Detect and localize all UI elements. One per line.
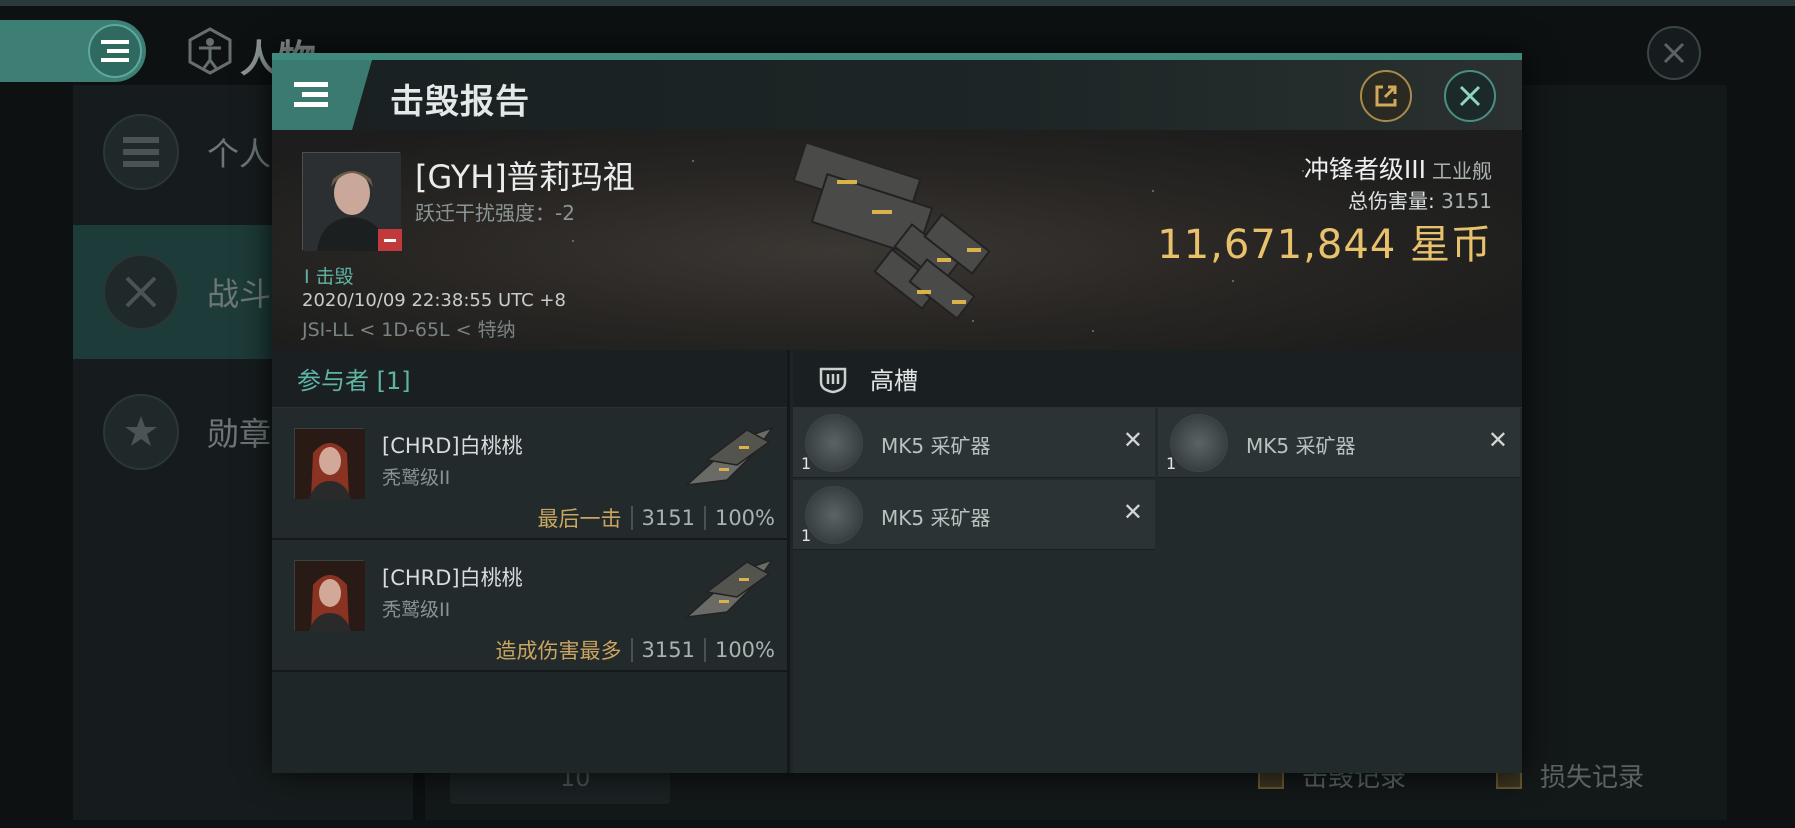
module-name: MK5 采矿器	[881, 506, 991, 530]
sidebar-item-label: 个人	[207, 135, 272, 173]
module-item[interactable]: 1 MK5 采矿器 ✕	[793, 408, 1155, 478]
participant-row[interactable]: [CHRD]白桃桃 秃鹫级II 最后一击 3151 100%	[272, 408, 787, 540]
close-icon	[1663, 42, 1685, 64]
high-slots-panel: 高槽 1 MK5 采矿器 ✕ 1 MK5 采矿器 ✕ 1 MK5 采矿器 ✕	[793, 350, 1522, 773]
victim-name[interactable]: [GYH]普莉玛祖	[415, 152, 635, 198]
ship-class: 工业舰	[1432, 159, 1492, 183]
mining-laser-icon	[805, 486, 863, 544]
character-icon	[188, 27, 232, 75]
participant-avatar	[294, 428, 365, 499]
participant-stats: 最后一击 3151 100%	[537, 503, 775, 533]
participant-ship-image	[684, 426, 774, 487]
kill-tag: I 击毁	[304, 266, 354, 288]
dialog-title: 击毁报告	[390, 82, 530, 122]
participant-row[interactable]: [CHRD]白桃桃 秃鹫级II 造成伤害最多 3151 100%	[272, 540, 787, 672]
star-badge-icon	[103, 394, 179, 470]
high-slots-header: 高槽	[793, 350, 1522, 408]
ship-name-text: 冲锋者级III	[1303, 155, 1426, 184]
kill-timestamp: 2020/10/09 22:38:55 UTC +8	[302, 290, 566, 311]
participant-damage: 3151	[641, 638, 695, 662]
participant-percent: 100%	[714, 638, 775, 662]
sidebar-item-label: 战斗	[207, 275, 272, 313]
warp-jam-strength: 跃迁干扰强度：-2	[415, 201, 575, 225]
loss-record-label: 损失记录	[1540, 763, 1645, 793]
kill-summary: [GYH]普莉玛祖 跃迁干扰强度：-2 I 击毁 2020/10/09 22:3…	[272, 130, 1522, 350]
share-button[interactable]	[1360, 70, 1412, 122]
participant-name: [CHRD]白桃桃	[382, 434, 523, 458]
destroyed-icon: ✕	[1122, 498, 1143, 526]
total-damage: 总伤害量: 3151	[1348, 185, 1492, 214]
participant-ship: 秃鹫级II	[382, 467, 451, 489]
external-link-icon	[1375, 85, 1397, 107]
close-icon	[1459, 85, 1481, 107]
destroyed-icon: ✕	[1487, 426, 1508, 454]
high-slot-icon	[819, 367, 847, 393]
victim-ship-name[interactable]: 冲锋者级III 工业舰	[1304, 150, 1492, 186]
participant-ship: 秃鹫级II	[382, 599, 451, 621]
participant-damage: 3151	[641, 506, 695, 530]
sidebar-item-label: 勋章	[207, 415, 272, 453]
dialog-header: 击毁报告	[272, 60, 1522, 130]
avatar	[295, 561, 365, 631]
total-damage-label: 总伤害量:	[1347, 189, 1435, 213]
isk-value: 11,671,844 星币	[1157, 222, 1492, 268]
dialog-accent-bar	[272, 53, 1522, 60]
mining-laser-icon	[805, 414, 863, 472]
destroyed-icon: ✕	[1122, 426, 1143, 454]
bg-close-button[interactable]	[1647, 26, 1701, 80]
module-item[interactable]: 1 MK5 采矿器 ✕	[1158, 408, 1520, 478]
victim-ship-image[interactable]	[777, 140, 1027, 340]
module-qty: 1	[1166, 454, 1177, 473]
mining-laser-icon	[1170, 414, 1228, 472]
bg-menu-button[interactable]	[0, 20, 146, 82]
avatar	[295, 429, 365, 499]
module-name: MK5 采矿器	[881, 434, 991, 458]
participant-name: [CHRD]白桃桃	[382, 566, 523, 590]
menu-icon	[294, 82, 328, 107]
kill-location[interactable]: JSI-LL < 1D-65L < 特纳	[302, 315, 516, 342]
participant-avatar	[294, 560, 365, 631]
dialog-menu-button[interactable]	[272, 60, 372, 130]
module-qty: 1	[801, 454, 812, 473]
kill-report-dialog: 击毁报告 [GYH]普莉玛祖 跃迁干扰强度：-2 I 击毁 2020/10/09…	[272, 53, 1522, 773]
participant-stats: 造成伤害最多 3151 100%	[495, 635, 775, 665]
dialog-close-button[interactable]	[1444, 70, 1496, 122]
participant-ship-image	[684, 558, 774, 619]
module-item[interactable]: 1 MK5 采矿器 ✕	[793, 480, 1155, 550]
top-damage-tag: 造成伤害最多	[495, 639, 622, 663]
crossed-swords-icon	[103, 254, 179, 330]
high-slots-title: 高槽	[870, 367, 918, 395]
participant-percent: 100%	[714, 506, 775, 530]
module-name: MK5 采矿器	[1246, 434, 1356, 458]
participants-panel: 参与者 [1] [CHRD]白桃桃 秃鹫级II 最后一击 3151 100% […	[272, 350, 790, 773]
menu-icon	[103, 114, 179, 190]
hostile-standing-badge	[378, 229, 402, 251]
participants-header: 参与者 [1]	[272, 350, 787, 408]
total-damage-value: 3151	[1441, 189, 1492, 213]
module-qty: 1	[801, 526, 812, 545]
final-blow-tag: 最后一击	[537, 507, 622, 531]
menu-icon	[88, 24, 142, 78]
